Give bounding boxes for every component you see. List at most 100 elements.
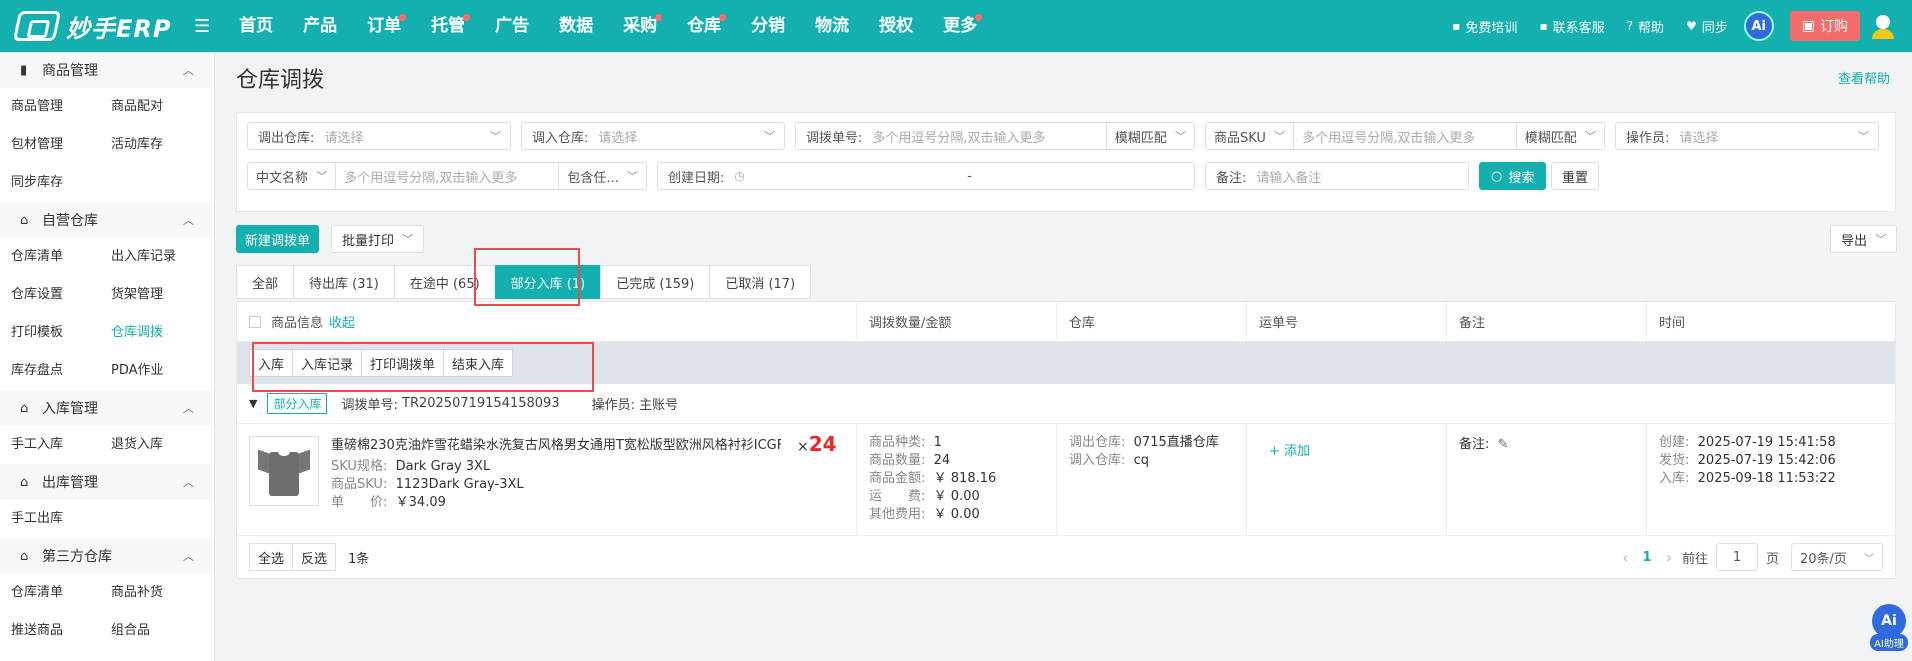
sidebar-item-warehouse-transfer[interactable]: 仓库调拨: [111, 314, 211, 352]
sidebar-item-sync-stock[interactable]: 同步库存: [11, 164, 111, 202]
in-warehouse-select[interactable]: 调入仓库: 请选择 ﹀: [521, 122, 785, 150]
chevron-up-icon: ︿: [183, 64, 194, 77]
sidebar-section-own-warehouse[interactable]: ⌂ 自营仓库 ︿: [0, 202, 214, 238]
tab-pending-outbound[interactable]: 待出库 (31): [293, 265, 394, 299]
match-mode-select[interactable]: 模糊匹配 ﹀: [1105, 123, 1194, 149]
search-button[interactable]: ○ 搜索: [1479, 162, 1547, 190]
nav-warehouse[interactable]: 仓库: [672, 0, 736, 52]
sidebar-item-3p-warehouse-list[interactable]: 仓库清单: [11, 574, 111, 612]
sidebar-item-packaging[interactable]: 包材管理: [11, 126, 111, 164]
page-size-select[interactable]: 20条/页 ﹀: [1791, 543, 1883, 571]
sidebar-item-activity-stock[interactable]: 活动库存: [111, 126, 211, 164]
sidebar-section-inbound[interactable]: ⌂ 入库管理 ︿: [0, 390, 214, 426]
pagination: ‹ 1 › 前往 1 页 20条/页 ﹀: [1622, 543, 1895, 571]
edit-pencil-icon[interactable]: ✎: [1498, 437, 1509, 452]
chevron-down-icon: ﹀: [1875, 233, 1887, 246]
reset-button[interactable]: 重置: [1551, 162, 1600, 190]
house-icon: ⌂: [20, 549, 29, 564]
nav-distribution[interactable]: 分销: [736, 0, 800, 52]
product-thumbnail[interactable]: [249, 436, 319, 506]
nav-purchase[interactable]: 采购: [608, 0, 672, 52]
created-time: 创建: 2025-07-19 15:41:58: [1659, 435, 1836, 450]
sidebar-item-push-products[interactable]: 推送商品: [11, 612, 111, 650]
cn-name-input[interactable]: 中文名称 ﹀ 多个用逗号分隔,双击输入更多 包含任... ﹀: [247, 162, 647, 190]
col-remark: 备注: [1447, 301, 1647, 342]
export-button[interactable]: 导出 ﹀: [1830, 225, 1898, 253]
select-all-checkbox[interactable]: [249, 315, 261, 328]
new-transfer-button[interactable]: 新建调拨单: [236, 225, 320, 253]
sidebar-item-bundle[interactable]: 组合品: [111, 612, 211, 650]
invert-selection-button[interactable]: 反选: [293, 543, 337, 571]
tab-completed[interactable]: 已完成 (159): [600, 265, 710, 299]
sync-icon: ♥: [1685, 19, 1697, 33]
nav-orders[interactable]: 订单: [352, 0, 416, 52]
goto-page-input[interactable]: 1: [1715, 543, 1758, 571]
sku-input[interactable]: 商品SKU ﹀ 多个用逗号分隔,双击输入更多 模糊匹配 ﹀: [1205, 122, 1605, 150]
contains-mode-select[interactable]: 包含任... ﹀: [558, 163, 646, 189]
nav-hosting[interactable]: 托管: [416, 0, 480, 52]
remark-input[interactable]: 备注: 请输入备注: [1205, 162, 1469, 190]
contact-support-link[interactable]: ▪ 联系客服: [1539, 17, 1604, 36]
out-warehouse-select[interactable]: 调出仓库: 请选择 ﹀: [247, 122, 511, 150]
sidebar-item-stocktake[interactable]: 库存盘点: [11, 352, 111, 390]
sidebar-section-third-party[interactable]: ⌂ 第三方仓库 ︿: [0, 538, 214, 574]
prev-page-button[interactable]: ‹: [1622, 548, 1628, 567]
status-badge: 部分入库: [267, 393, 328, 414]
sync-link[interactable]: ♥ 同步: [1686, 17, 1728, 36]
nav-authorization[interactable]: 授权: [864, 0, 928, 52]
logo[interactable]: 妙手ERP: [0, 9, 190, 44]
expand-triangle-icon[interactable]: ▼: [249, 397, 257, 410]
sidebar-item-return-inbound[interactable]: 退货入库: [111, 426, 211, 464]
next-page-button[interactable]: ›: [1666, 548, 1672, 567]
product-cell: 重磅棉230克油炸雪花蜡染水洗复古风格男女通用T宽松版型欧洲风格衬衫ICGF ×…: [237, 424, 857, 535]
inbound-time: 入库: 2025-09-18 11:53:22: [1659, 471, 1836, 486]
sidebar-item-warehouse-list[interactable]: 仓库清单: [11, 238, 111, 276]
created-date-range[interactable]: 创建日期: ◷ -: [657, 162, 1195, 190]
transfer-no-input[interactable]: 调拨单号: 多个用逗号分隔,双击输入更多 模糊匹配 ﹀: [795, 122, 1195, 150]
nav-ads[interactable]: 广告: [480, 0, 544, 52]
product-name[interactable]: 重磅棉230克油炸雪花蜡染水洗复古风格男女通用T宽松版型欧洲风格衬衫ICGF: [331, 434, 781, 453]
sidebar-item-shelf-manage[interactable]: 货架管理: [111, 276, 211, 314]
user-avatar[interactable]: [1870, 11, 1900, 41]
sidebar-section-outbound[interactable]: ⌂ 出库管理 ︿: [0, 464, 214, 500]
sidebar-section-product[interactable]: ▮ 商品管理 ︿: [0, 52, 214, 88]
tab-all[interactable]: 全部: [236, 265, 294, 299]
collapse-link[interactable]: 收起: [329, 312, 355, 331]
batch-print-button[interactable]: 批量打印 ﹀: [331, 225, 425, 253]
nav-logistics[interactable]: 物流: [800, 0, 864, 52]
warehouse-cell: 调出仓库: 0715直播仓库 调入仓库: cq: [1057, 424, 1247, 535]
sidebar-item-print-template[interactable]: 打印模板: [11, 314, 111, 352]
tab-cancelled[interactable]: 已取消 (17): [709, 265, 812, 299]
sidebar-item-product-manage[interactable]: 商品管理: [11, 88, 111, 126]
select-all-button[interactable]: 全选: [249, 543, 294, 571]
notification-dot: [399, 14, 407, 21]
nav-data[interactable]: 数据: [544, 0, 608, 52]
in-warehouse: 调入仓库: cq: [1069, 453, 1150, 468]
sidebar-item-manual-inbound[interactable]: 手工入库: [11, 426, 111, 464]
nav-products[interactable]: 产品: [288, 0, 352, 52]
current-page[interactable]: 1: [1643, 550, 1652, 565]
qty-amount-cell: 商品种类: 1 商品数量: 24 商品金额: ￥ 818.16 运 费: ￥ 0…: [857, 424, 1057, 535]
match-mode-select[interactable]: 模糊匹配 ﹀: [1515, 123, 1604, 149]
ai-assistant-button[interactable]: Ai: [1743, 11, 1774, 41]
subscribe-button[interactable]: ▣ 订购: [1789, 11, 1860, 41]
free-training-link[interactable]: ▪ 免费培训: [1452, 17, 1517, 36]
help-link[interactable]: ? 帮助: [1627, 17, 1664, 36]
row-count: 1条: [348, 551, 370, 567]
ai-assistant-float[interactable]: Ai AI助理: [1870, 604, 1908, 654]
chevron-up-icon: ︿: [183, 550, 194, 563]
sku-field-select[interactable]: 商品SKU ﹀: [1206, 123, 1295, 149]
sidebar-item-manual-outbound[interactable]: 手工出库: [11, 500, 111, 538]
view-help-link[interactable]: 查看帮助: [1838, 68, 1890, 87]
menu-toggle-icon[interactable]: ☰: [194, 16, 210, 37]
add-waybill-link[interactable]: + 添加: [1269, 440, 1310, 459]
operator-select[interactable]: 操作员: 请选择 ﹀: [1615, 122, 1879, 150]
nav-home[interactable]: 首页: [224, 0, 288, 52]
name-field-select[interactable]: 中文名称 ﹀: [248, 163, 337, 189]
sidebar-item-inout-records[interactable]: 出入库记录: [111, 238, 211, 276]
nav-more[interactable]: 更多: [928, 0, 992, 52]
sidebar-item-product-pairing[interactable]: 商品配对: [111, 88, 211, 126]
sidebar-item-warehouse-settings[interactable]: 仓库设置: [11, 276, 111, 314]
sidebar-item-pda[interactable]: PDA作业: [111, 352, 211, 390]
sidebar-item-restock[interactable]: 商品补货: [111, 574, 211, 612]
